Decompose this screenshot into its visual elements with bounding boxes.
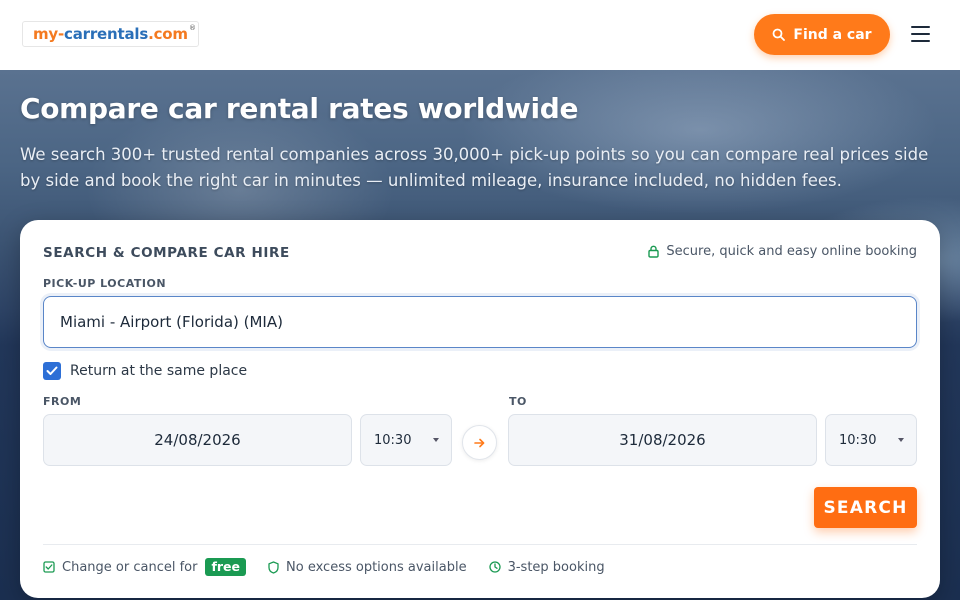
pickup-time-select[interactable]: 10:30 — [360, 414, 452, 466]
perk-change-cancel-text: Change or cancel for — [62, 559, 198, 575]
hero-title: Compare car rental rates worldwide — [20, 92, 579, 125]
pickup-date-value: 24/08/2026 — [154, 431, 241, 449]
perk-three-step: 3-step booking — [488, 559, 605, 575]
from-label: FROM — [43, 395, 82, 408]
clock-icon — [488, 561, 501, 573]
chevron-down-icon — [433, 438, 439, 442]
pickup-location-label: PICK-UP LOCATION — [43, 277, 167, 290]
check-square-icon — [43, 561, 55, 573]
shield-icon — [268, 560, 279, 574]
pickup-time-value: 10:30 — [374, 432, 412, 448]
search-card: SEARCH & COMPARE CAR HIRE Secure, quick … — [20, 220, 940, 598]
find-a-car-button[interactable]: Find a car — [754, 14, 890, 55]
checkbox-check-icon[interactable] — [43, 362, 61, 380]
hero-subtitle: We search 300+ trusted rental companies … — [20, 145, 929, 190]
pickup-date-field[interactable]: 24/08/2026 — [43, 414, 352, 466]
date-range-arrow[interactable] — [462, 425, 497, 460]
hamburger-menu-icon[interactable] — [910, 26, 932, 44]
perk-three-step-text: 3-step booking — [507, 559, 605, 575]
return-time-select[interactable]: 10:30 — [825, 414, 917, 466]
card-divider — [43, 544, 917, 545]
chevron-down-icon — [898, 438, 904, 442]
return-same-place-label: Return at the same place — [70, 363, 248, 379]
search-card-title: SEARCH & COMPARE CAR HIRE — [43, 245, 290, 261]
lock-icon — [648, 245, 660, 258]
return-date-value: 31/08/2026 — [619, 431, 706, 449]
perks-row: Change or cancel for free No excess opti… — [43, 558, 627, 576]
arrow-right-icon — [474, 438, 485, 447]
perk-no-excess-text: No excess options available — [286, 559, 467, 575]
secure-booking-text: Secure, quick and easy online booking — [666, 244, 917, 259]
return-date-field[interactable]: 31/08/2026 — [508, 414, 817, 466]
logo-registered-mark: ® — [189, 24, 196, 32]
pickup-location-input[interactable] — [43, 296, 917, 348]
return-same-place-checkbox[interactable]: Return at the same place — [43, 362, 247, 380]
site-header: my-carrentals .com ® Find a car — [0, 0, 960, 70]
find-a-car-label: Find a car — [793, 26, 872, 43]
search-button[interactable]: SEARCH — [814, 487, 917, 528]
free-badge: free — [205, 558, 247, 576]
secure-booking-note: Secure, quick and easy online booking — [648, 244, 917, 259]
site-logo[interactable]: my-carrentals .com ® — [22, 21, 199, 47]
to-label: TO — [509, 395, 527, 408]
search-button-label: SEARCH — [823, 497, 908, 518]
return-time-value: 10:30 — [839, 432, 877, 448]
search-icon — [772, 28, 786, 41]
perk-no-excess: No excess options available — [268, 560, 467, 575]
perk-free-cancellation: Change or cancel for free — [43, 558, 247, 576]
